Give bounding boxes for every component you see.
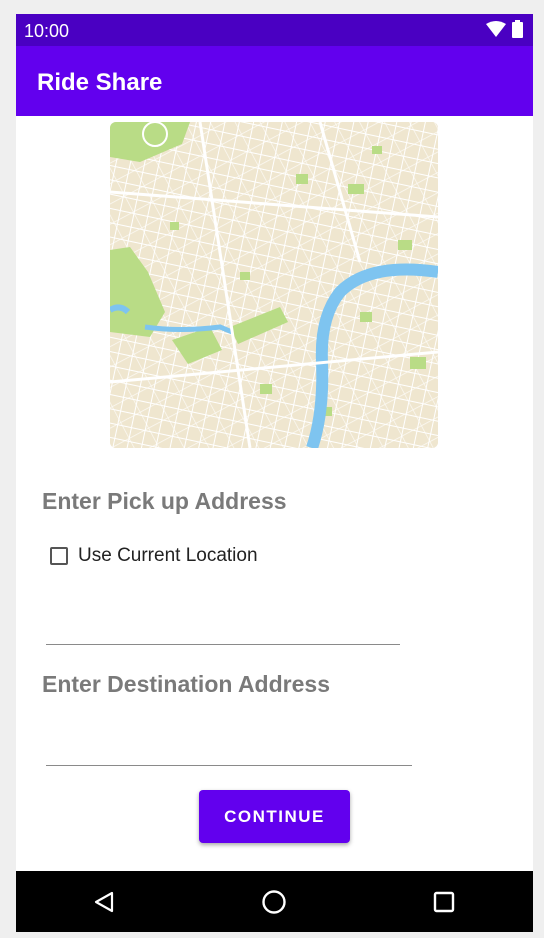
battery-icon bbox=[512, 20, 523, 38]
pickup-input-underline bbox=[46, 644, 400, 645]
status-bar: 10:00 bbox=[16, 14, 533, 46]
use-current-location-label: Use Current Location bbox=[78, 545, 258, 566]
checkbox-box[interactable] bbox=[50, 547, 68, 565]
destination-input-underline bbox=[46, 765, 412, 766]
pickup-heading: Enter Pick up Address bbox=[42, 488, 287, 514]
destination-address-input[interactable] bbox=[46, 734, 410, 762]
status-icons bbox=[486, 20, 523, 38]
recents-icon[interactable] bbox=[427, 885, 461, 919]
status-time: 10:00 bbox=[24, 21, 70, 41]
continue-button[interactable]: CONTINUE bbox=[199, 790, 350, 843]
city-map-image bbox=[110, 122, 438, 448]
back-icon[interactable] bbox=[87, 885, 121, 919]
phone-screen: 10:00 Ride Share Enter Pick up Address U… bbox=[16, 14, 533, 932]
destination-heading: Enter Destination Address bbox=[42, 671, 330, 697]
app-bar: Ride Share bbox=[16, 46, 533, 116]
app-title: Ride Share bbox=[37, 69, 163, 96]
navigation-bar bbox=[16, 871, 533, 932]
wifi-icon bbox=[486, 21, 506, 37]
home-icon[interactable] bbox=[257, 885, 291, 919]
pickup-address-input[interactable] bbox=[46, 612, 398, 640]
use-current-location-checkbox[interactable]: Use Current Location bbox=[50, 545, 258, 567]
